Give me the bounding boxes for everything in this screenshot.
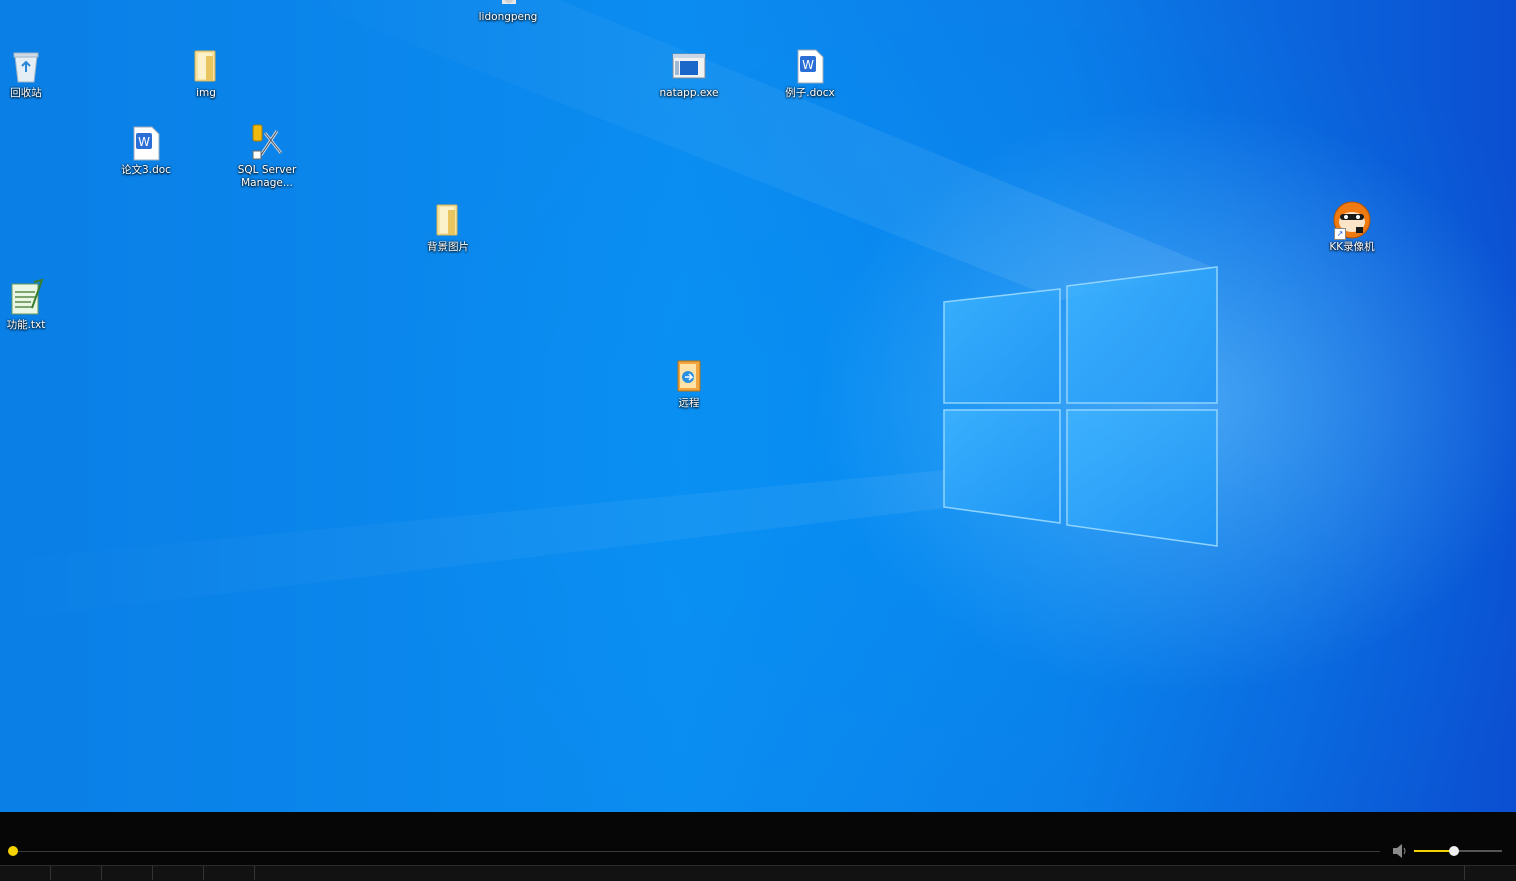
recycle-bin-icon xyxy=(6,46,46,86)
strip-divider xyxy=(50,866,51,880)
folder-icon xyxy=(186,46,226,86)
desktop-icon-recycle-bin[interactable]: 回收站 xyxy=(0,46,66,100)
desktop-icon-label: KK录像机 xyxy=(1329,241,1375,253)
desktop-icon-label: lidongpeng xyxy=(478,11,538,23)
strip-divider xyxy=(101,866,102,880)
desktop-icon-label: 背景图片 xyxy=(427,241,469,253)
progress-handle[interactable] xyxy=(8,846,18,856)
progress-track[interactable] xyxy=(12,851,1380,852)
svg-text:W: W xyxy=(138,135,150,149)
word-document-icon: W xyxy=(126,123,166,163)
speaker-icon[interactable] xyxy=(1391,843,1409,859)
shortcut-arrow-icon: ↗ xyxy=(1334,228,1346,240)
desktop-icon-label: 论文3.doc xyxy=(121,164,171,176)
exe-window-icon xyxy=(669,46,709,86)
kk-recorder-icon: ↗ xyxy=(1332,200,1372,240)
strip-divider xyxy=(1464,866,1465,880)
desktop-icon-remote[interactable]: 远程 xyxy=(649,356,729,410)
desktop-icon-lidongpeng[interactable]: lidongpeng xyxy=(468,0,548,24)
desktop-icon-background-images[interactable]: 背景图片 xyxy=(408,200,488,254)
desktop-wallpaper: lidongpeng 回收站 img natapp.exe W 例子.docx … xyxy=(0,0,1516,812)
desktop-icon-natapp[interactable]: natapp.exe xyxy=(649,46,729,100)
desktop-icon-features-txt[interactable]: 功能.txt xyxy=(0,278,66,332)
desktop-icon-label: natapp.exe xyxy=(659,87,719,99)
desktop-icon-label: 例子.docx xyxy=(785,87,835,99)
desktop-icon-label: 远程 xyxy=(678,397,700,409)
desktop-icon-kk-recorder[interactable]: ↗ KK录像机 xyxy=(1312,200,1392,254)
desktop-icon-label: SQL Server Manage... xyxy=(237,164,297,189)
notepad-text-icon xyxy=(6,278,46,318)
strip-divider xyxy=(203,866,204,880)
player-bottom-strip xyxy=(0,865,1516,881)
word-document-icon: W xyxy=(790,46,830,86)
desktop-icon-paper3-doc[interactable]: W 论文3.doc xyxy=(106,123,186,177)
sql-server-tools-icon xyxy=(247,123,287,163)
desktop-icon-sql-server[interactable]: SQL Server Manage... xyxy=(227,123,307,190)
remote-folder-icon xyxy=(669,356,709,396)
desktop-icon-label: img xyxy=(196,87,216,99)
windows-logo-wallpaper xyxy=(0,0,1218,620)
desktop-icon-label: 回收站 xyxy=(10,87,42,99)
volume-handle[interactable] xyxy=(1449,846,1459,856)
folder-icon xyxy=(428,200,468,240)
strip-divider xyxy=(152,866,153,880)
svg-text:W: W xyxy=(802,58,814,72)
strip-divider xyxy=(254,866,255,880)
desktop-icon-label: 功能.txt xyxy=(6,319,46,331)
volume-fill xyxy=(1414,850,1454,852)
desktop-icon-example-docx[interactable]: W 例子.docx xyxy=(770,46,850,100)
user-folder-icon xyxy=(488,0,528,10)
desktop-icon-img[interactable]: img xyxy=(166,46,246,100)
